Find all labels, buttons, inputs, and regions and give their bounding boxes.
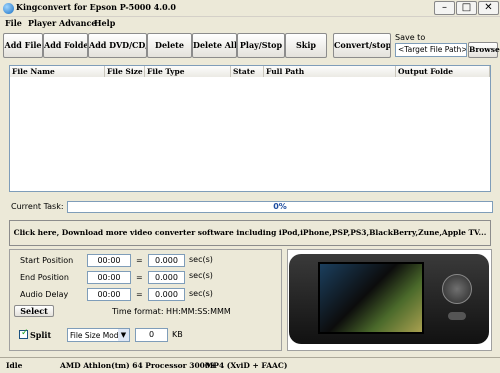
start-secs-field[interactable]: 0.000: [148, 254, 185, 267]
split-unit: KB: [172, 330, 183, 339]
split-checkbox[interactable]: ✓: [19, 328, 29, 339]
column-file-size[interactable]: File Size: [105, 66, 145, 77]
audio-equals: =: [136, 290, 143, 299]
convert-stop-button[interactable]: Convert/stop: [333, 33, 391, 58]
play-stop-button[interactable]: Play/Stop: [237, 33, 285, 58]
menu-player[interactable]: Player: [28, 18, 56, 28]
app-logo-icon: [3, 3, 14, 14]
task-progress-bar: 0%: [67, 201, 493, 213]
end-position-label: End Position: [20, 273, 69, 282]
delete-all-button[interactable]: Delete All: [192, 33, 237, 58]
minimize-button[interactable]: –: [434, 1, 455, 15]
device-preview-image: [287, 249, 492, 351]
status-state: Idle: [6, 361, 23, 370]
device-button-icon: [448, 312, 466, 320]
end-equals: =: [136, 273, 143, 282]
download-banner-link[interactable]: Click here, Download more video converte…: [9, 220, 491, 246]
delete-button[interactable]: Delete: [147, 33, 192, 58]
add-folder-button[interactable]: Add Folder: [43, 33, 88, 58]
checkmark-icon: ✓: [21, 328, 29, 338]
start-time-field[interactable]: 00:00: [87, 254, 131, 267]
time-format-hint: Time format: HH:MM:SS:MMM: [112, 307, 231, 316]
device-screen: [318, 262, 424, 334]
status-bar: Idle AMD Athlon(tm) 64 Processor 3000+ M…: [0, 357, 500, 373]
current-task-label: Current Task:: [11, 202, 64, 211]
skip-button[interactable]: Skip: [285, 33, 327, 58]
file-list[interactable]: File Name File Size File Type State Full…: [9, 65, 491, 192]
audio-delay-unit: sec(s): [189, 289, 213, 298]
end-secs-field[interactable]: 0.000: [148, 271, 185, 284]
status-format: MP4 (XviD + FAAC): [205, 361, 288, 370]
maximize-button[interactable]: □: [456, 1, 477, 15]
column-file-type[interactable]: File Type: [145, 66, 231, 77]
chevron-down-icon[interactable]: ▼: [118, 329, 129, 341]
add-file-button[interactable]: Add File: [3, 33, 43, 58]
split-label: Split: [30, 330, 52, 340]
column-output-folder[interactable]: Output Folde: [396, 66, 490, 77]
device-dpad-icon: [442, 274, 472, 304]
menu-help[interactable]: Help: [94, 18, 115, 28]
browse-button[interactable]: Browse: [468, 42, 500, 58]
audio-delay-time-field[interactable]: 00:00: [87, 288, 131, 301]
window-title: Kingconvert for Epson P-5000 4.0.0: [16, 2, 176, 12]
split-mode-value: File Size Mode: [70, 331, 124, 340]
save-to-label: Save to: [395, 33, 426, 42]
target-path-field[interactable]: <Target File Path>: [395, 43, 467, 57]
end-unit: sec(s): [189, 271, 213, 280]
progress-percent: 0%: [273, 202, 287, 211]
menu-bar: File Player Advance Help: [0, 17, 500, 30]
start-unit: sec(s): [189, 255, 213, 264]
select-button[interactable]: Select: [14, 305, 54, 317]
status-cpu: AMD Athlon(tm) 64 Processor 3000+: [60, 361, 217, 370]
column-state[interactable]: State: [231, 66, 264, 77]
split-size-field[interactable]: 0: [135, 328, 168, 342]
close-button[interactable]: ✕: [478, 1, 499, 15]
start-equals: =: [136, 256, 143, 265]
audio-delay-secs-field[interactable]: 0.000: [148, 288, 185, 301]
audio-delay-label: Audio Delay: [20, 290, 69, 299]
end-time-field[interactable]: 00:00: [87, 271, 131, 284]
column-full-path[interactable]: Full Path: [264, 66, 396, 77]
title-bar: Kingconvert for Epson P-5000 4.0.0 – □ ✕: [0, 0, 500, 17]
menu-advance[interactable]: Advance: [59, 18, 96, 28]
add-dvd-button[interactable]: Add DVD/CD/VCD: [88, 33, 147, 58]
start-position-label: Start Position: [20, 256, 74, 265]
menu-file[interactable]: File: [5, 18, 22, 28]
column-file-name[interactable]: File Name: [10, 66, 105, 77]
